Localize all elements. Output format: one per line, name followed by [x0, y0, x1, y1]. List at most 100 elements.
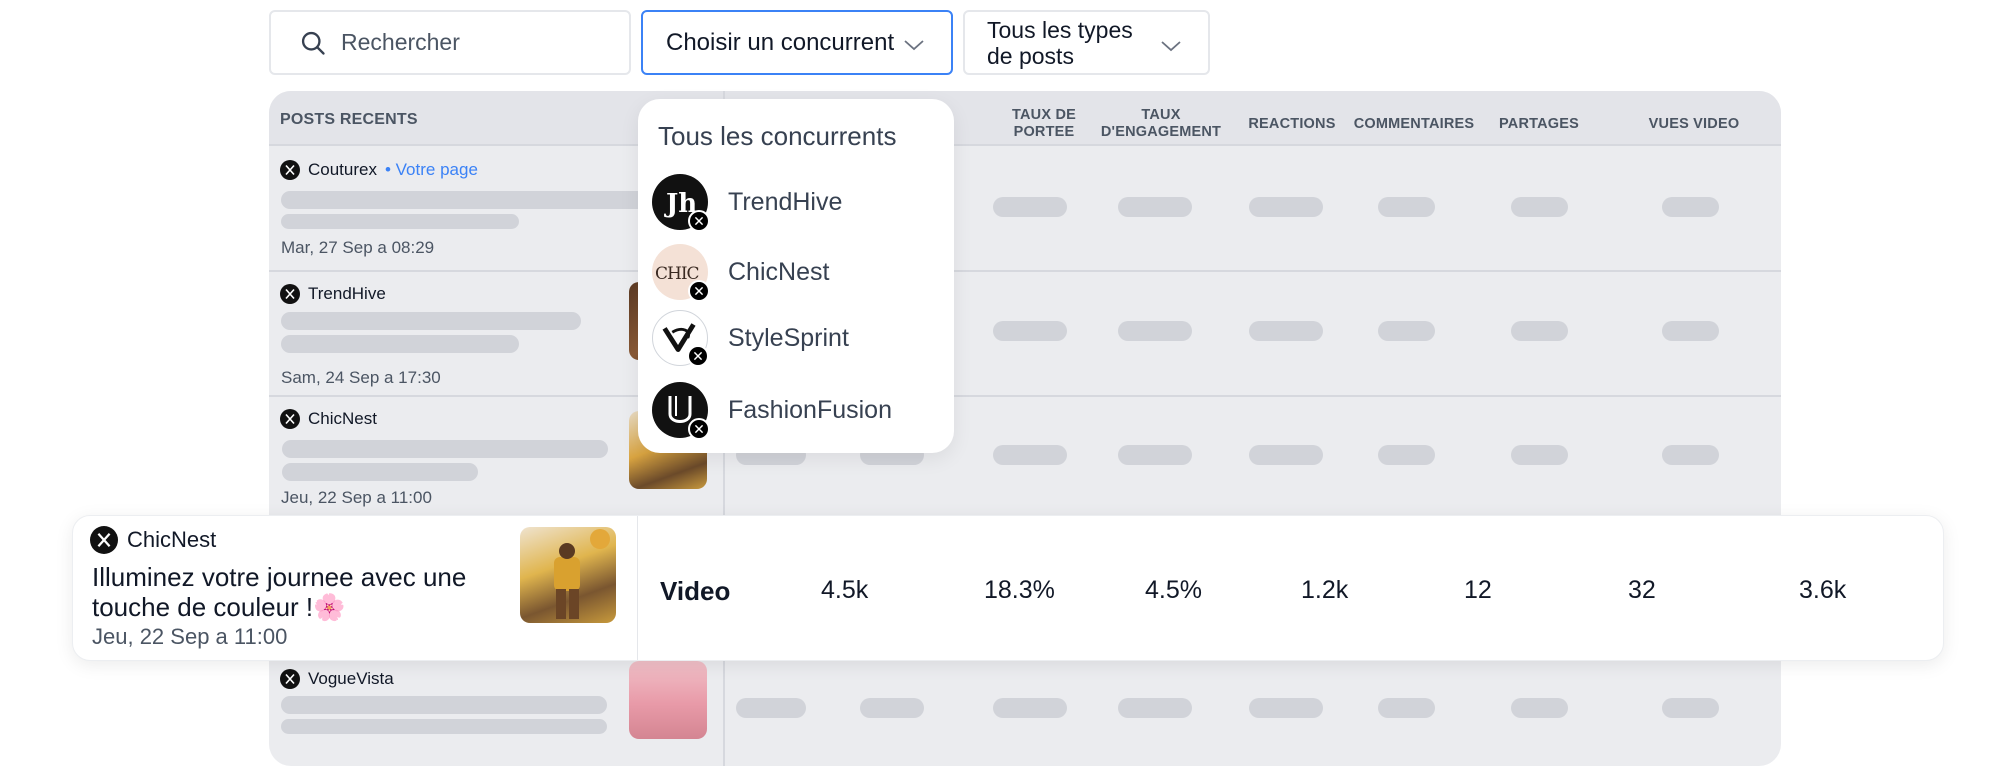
x-logo-icon — [280, 409, 300, 429]
competitor-select-label: Choisir un concurrent — [666, 28, 895, 56]
row-account-name: Couturex — [308, 160, 377, 179]
x-logo-icon — [280, 160, 300, 180]
row-account: ChicNest — [280, 409, 377, 429]
skeleton-metric — [860, 698, 924, 718]
skeleton-metric — [1378, 197, 1435, 217]
skeleton-metric — [993, 445, 1067, 465]
x-badge-icon — [688, 280, 710, 302]
post-comments: 12 — [1464, 576, 1492, 604]
header-engagement-rate: TAUX D'ENGAGEMENT — [1100, 107, 1222, 140]
skeleton-metric — [1118, 698, 1192, 718]
header-video-views: VUES VIDEO — [1648, 116, 1740, 132]
skeleton-metric — [1249, 698, 1323, 718]
skeleton-metric — [1118, 321, 1192, 341]
skeleton-line — [281, 719, 607, 734]
chevron-down-icon — [1161, 41, 1181, 52]
row-account: Couturex • Votre page — [280, 160, 478, 180]
skeleton-line — [281, 214, 519, 229]
row-account-name: TrendHive — [308, 284, 386, 303]
skeleton-line — [281, 696, 607, 714]
x-badge-icon — [687, 345, 709, 367]
skeleton-metric — [1249, 445, 1323, 465]
x-logo-icon — [280, 669, 300, 689]
skeleton-line — [281, 335, 519, 353]
skeleton-metric — [1511, 321, 1568, 341]
skeleton-metric — [1662, 445, 1719, 465]
fashionfusion-logo-icon — [652, 382, 710, 440]
skeleton-metric — [1662, 321, 1719, 341]
competitor-option-fashionfusion[interactable]: FashionFusion — [652, 382, 892, 440]
skeleton-metric — [1118, 445, 1192, 465]
all-competitors-option[interactable]: Tous les concurrents — [658, 121, 896, 152]
row-account: VogueVista — [280, 669, 394, 689]
header-reach-rate: TAUX DE PORTEE — [1012, 107, 1076, 140]
skeleton-metric — [1249, 197, 1323, 217]
post-engagement-rate: 4.5% — [1145, 576, 1202, 604]
post-reactions: 1.2k — [1301, 576, 1349, 604]
row-date: Sam, 24 Sep a 17:30 — [281, 368, 441, 387]
chevron-down-icon — [904, 40, 924, 51]
post-type-select-label: Tous les types de posts — [987, 16, 1133, 69]
skeleton-metric — [1511, 445, 1568, 465]
row-date: Jeu, 22 Sep a 11:00 — [281, 488, 432, 507]
skeleton-metric — [1511, 197, 1568, 217]
competitor-option-label: FashionFusion — [728, 395, 892, 424]
highlight-account: ChicNest — [90, 526, 216, 554]
skeleton-metric — [1249, 321, 1323, 341]
row-account: TrendHive — [280, 284, 386, 304]
competitor-option-label: TrendHive — [728, 187, 843, 216]
row-date: Mar, 27 Sep a 08:29 — [281, 238, 435, 257]
competitor-option-label: StyleSprint — [728, 323, 849, 352]
competitor-option-chicnest[interactable]: CHIC ChicNest — [652, 244, 830, 302]
header-shares: PARTAGES — [1498, 116, 1579, 132]
competitor-dropdown: Tous les concurrents Jh TrendHive CHIC C… — [638, 99, 954, 453]
competitor-select[interactable]: Choisir un concurrent — [641, 10, 953, 75]
your-page-tag[interactable]: • Votre page — [385, 160, 478, 180]
card-divider — [637, 516, 638, 660]
skeleton-line — [281, 191, 661, 209]
stylesprint-logo-icon — [652, 310, 709, 367]
x-badge-icon — [688, 418, 710, 440]
search-input[interactable]: Rechercher — [269, 10, 631, 75]
skeleton-line — [282, 440, 608, 458]
skeleton-metric — [993, 197, 1067, 217]
post-video-views: 3.6k — [1799, 576, 1847, 604]
table-header: POSTS RECENTS TAUX DE PORTEE TAUX D'ENGA… — [269, 91, 1781, 146]
post-shares: 32 — [1628, 576, 1656, 604]
trendhive-logo-icon: Jh — [652, 174, 710, 232]
post-type-select[interactable]: Tous les types de posts — [963, 10, 1210, 75]
post-text: Illuminez votre journee avec une touche … — [92, 562, 467, 622]
x-badge-icon — [688, 210, 710, 232]
skeleton-metric — [993, 698, 1067, 718]
x-logo-icon — [280, 284, 300, 304]
skeleton-line — [282, 463, 478, 481]
competitor-option-stylesprint[interactable]: StyleSprint — [652, 310, 849, 367]
highlight-account-name: ChicNest — [127, 527, 217, 552]
search-icon — [301, 31, 325, 55]
post-reach-rate: 18.3% — [984, 576, 1055, 604]
post-reach: 4.5k — [821, 576, 869, 604]
skeleton-metric — [1662, 698, 1719, 718]
search-placeholder: Rechercher — [341, 29, 460, 55]
header-recent-posts: POSTS RECENTS — [280, 111, 418, 128]
skeleton-metric — [1511, 698, 1568, 718]
skeleton-metric — [736, 698, 806, 718]
skeleton-metric — [993, 321, 1067, 341]
posts-table: POSTS RECENTS TAUX DE PORTEE TAUX D'ENGA… — [269, 91, 1781, 766]
competitor-option-trendhive[interactable]: Jh TrendHive — [652, 174, 843, 232]
competitor-option-label: ChicNest — [728, 257, 830, 286]
skeleton-metric — [1378, 321, 1435, 341]
highlighted-post-row[interactable]: ChicNest Illuminez votre journee avec un… — [72, 515, 1944, 661]
chicnest-logo-icon: CHIC — [652, 244, 710, 302]
post-date: Jeu, 22 Sep a 11:00 — [92, 624, 288, 649]
header-reactions: REACTIONS — [1248, 116, 1336, 132]
skeleton-metric — [1378, 445, 1435, 465]
header-comments: COMMENTAIRES — [1353, 116, 1475, 132]
post-thumbnail[interactable] — [520, 527, 616, 623]
row-account-name: VogueVista — [308, 669, 394, 688]
skeleton-metric — [1118, 197, 1192, 217]
skeleton-line — [281, 312, 581, 330]
skeleton-metric — [1378, 698, 1435, 718]
row-account-name: ChicNest — [308, 409, 377, 428]
post-thumbnail[interactable] — [629, 661, 707, 739]
